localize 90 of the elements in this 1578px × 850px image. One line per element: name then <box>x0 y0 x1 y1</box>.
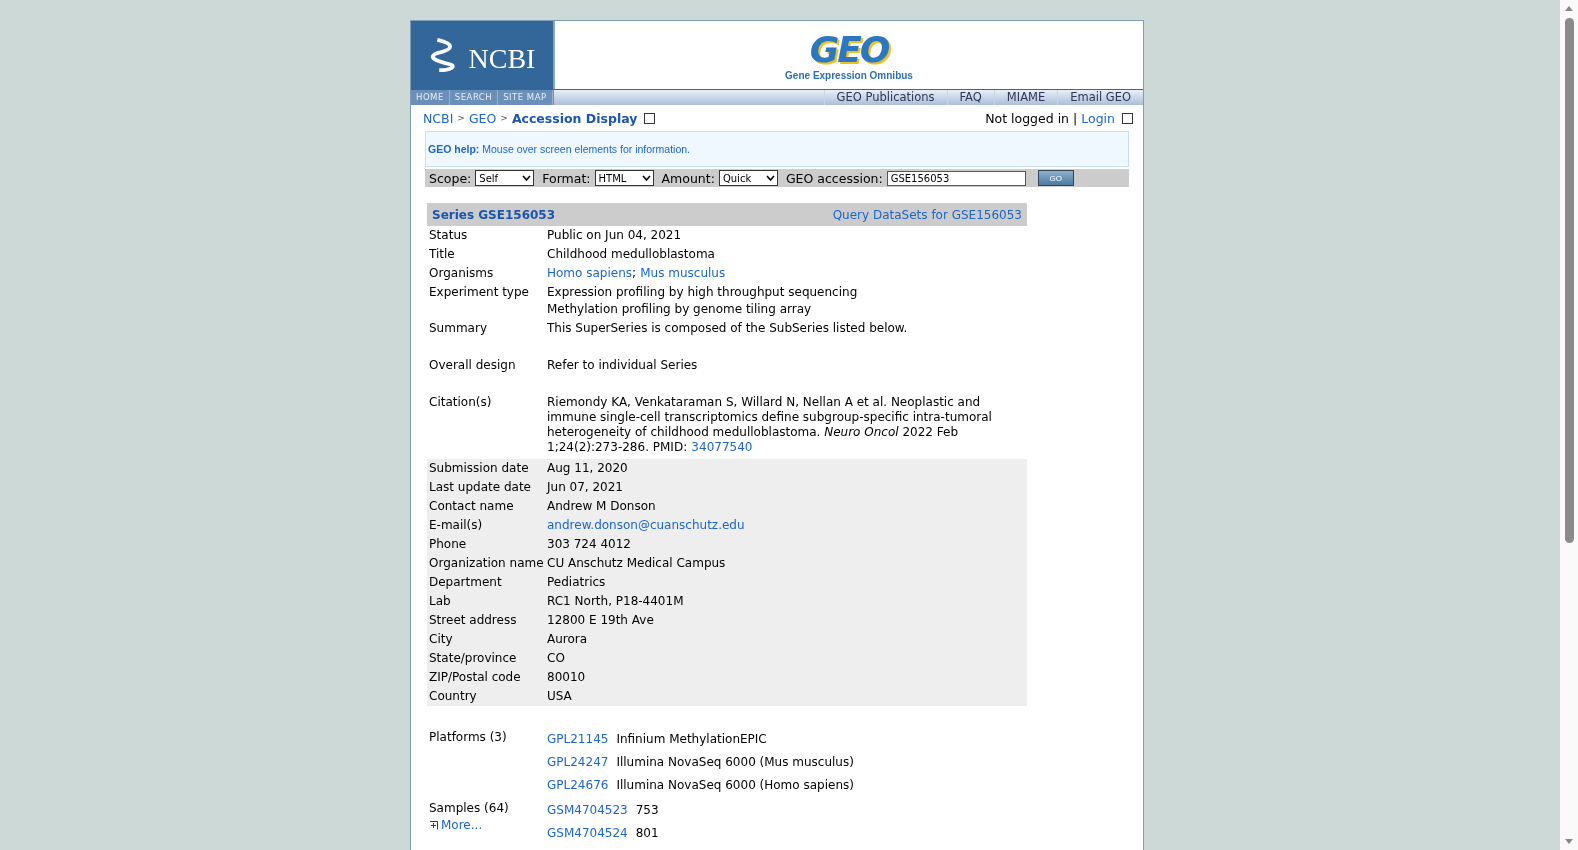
field-value: Childhood medulloblastoma <box>547 246 716 263</box>
field-value: RC1 North, P18-4401M <box>547 593 685 610</box>
nav-link[interactable]: MIAME <box>993 90 1058 105</box>
field-label: Citation(s) <box>429 394 493 411</box>
nav-link[interactable]: Email GEO <box>1057 90 1143 105</box>
query-link[interactable]: Query DataSets for GSE156053 <box>832 207 1022 222</box>
field-label: Scope: <box>429 170 472 186</box>
field-value: USA <box>547 688 573 705</box>
nav-link[interactable]: SITE MAP <box>498 90 553 105</box>
field-label: GEO accession: <box>785 170 883 186</box>
field-label: Summary <box>429 320 488 337</box>
sample-link[interactable]: GSM4704523 <box>547 799 628 822</box>
field-value: This SuperSeries is composed of the SubSeries listed below. <box>547 320 909 337</box>
field-label: Overall design <box>429 357 517 374</box>
sample-name: 801 <box>635 825 659 842</box>
field-label: Organization name <box>429 555 545 572</box>
scrollbar[interactable] <box>1560 0 1578 850</box>
field-label: State/province <box>429 650 518 667</box>
platform-link[interactable]: GPL24676 <box>547 774 609 797</box>
field-label: City <box>429 631 454 648</box>
more-link[interactable]: More... <box>429 818 483 832</box>
nav-link[interactable]: SEARCH <box>449 90 499 105</box>
field-value: CU Anschutz Medical Campus <box>547 555 727 572</box>
platform-link[interactable]: GPL21145 <box>547 728 609 751</box>
breadcrumb-separator: > <box>457 113 465 123</box>
field-value: Homo sapiens; Mus musculus <box>547 265 727 282</box>
dropdown[interactable]: Self <box>475 170 535 186</box>
field-value: Andrew M Donson <box>547 498 657 515</box>
field-value: Jun 07, 2021 <box>547 479 624 496</box>
field-value: 12800 E 19th Ave <box>547 612 655 629</box>
sample-link[interactable]: GSM4704524 <box>547 822 628 845</box>
field-value: Aug 11, 2020 <box>547 460 629 477</box>
field-label: ZIP/Postal code <box>429 669 522 686</box>
field-label: Department <box>429 574 503 591</box>
field-label: Format: <box>542 170 591 186</box>
sample-name: 753 <box>635 802 659 819</box>
breadcrumb-link[interactable]: GEO <box>468 110 497 126</box>
field-label: Phone <box>429 536 468 553</box>
field-value: Refer to individual Series <box>547 357 699 374</box>
scroll-down-icon[interactable] <box>1564 838 1574 846</box>
value-link[interactable]: Homo sapiens <box>547 266 632 280</box>
value-link[interactable]: 34077540 <box>691 440 753 454</box>
breadcrumb-separator: > <box>500 113 508 123</box>
series-title: Series GSE156053 <box>432 207 556 222</box>
accession-field[interactable]: GSE156053 <box>886 170 1026 186</box>
field-label: Experiment type <box>429 284 530 301</box>
ncbi-logo[interactable]: NCBI <box>411 21 555 89</box>
scroll-up-icon[interactable] <box>1564 4 1574 12</box>
field-label: Submission date <box>429 460 530 477</box>
value-link[interactable]: Mus musculus <box>640 266 726 280</box>
field-value: Public on Jun 04, 2021 <box>547 227 683 244</box>
field-label: Lab <box>429 593 452 610</box>
nav-link[interactable]: HOME <box>411 90 450 105</box>
field-label: Organisms <box>429 265 495 282</box>
nav-link[interactable]: FAQ <box>946 90 994 105</box>
platform-name: Illumina NovaSeq 6000 (Mus musculus) <box>616 754 854 771</box>
field-value: Aurora <box>547 631 589 648</box>
platform-name: Illumina NovaSeq 6000 (Homo sapiens) <box>616 777 854 794</box>
field-value: Riemondy KA, Venkataraman S, Willard N, Nellan A et al. Neoplastic and immune single-cell transcriptomics define subgroup-specific intra-tumoral heterogeneity of childhood medulloblastoma. Neuro Oncol 2022 Feb 1;24(2):273-286. PMID: 34077540 <box>547 394 993 456</box>
field-label: E-mail(s) <box>429 517 484 534</box>
breadcrumb-link[interactable]: NCBI <box>423 110 454 126</box>
platform-name: Infinium MethylationEPIC <box>616 731 767 748</box>
help-text: GEO help: Mouse over screen elements for information. <box>428 143 691 155</box>
field-label: Contact name <box>429 498 515 515</box>
platform-link[interactable]: GPL24247 <box>547 751 609 774</box>
field-value: 80010 <box>547 669 587 686</box>
login-link[interactable]: Login <box>1081 110 1115 126</box>
nav-link[interactable]: GEO Publications <box>823 90 947 105</box>
dropdown[interactable]: Quick <box>718 170 778 186</box>
geo-logo[interactable]: GEO Gene Expression Omnibus <box>555 21 1143 89</box>
field-label: Status <box>429 227 469 244</box>
field-label: Samples (64) <box>429 800 509 817</box>
field-label: Country <box>429 688 478 705</box>
field-label: Street address <box>429 612 518 629</box>
field-value: Pediatrics <box>547 574 607 591</box>
field-label: Platforms (3) <box>429 729 508 746</box>
page-title: Accession Display <box>511 110 638 126</box>
field-label: Last update date <box>429 479 532 496</box>
field-label: Amount: <box>661 170 715 186</box>
dropdown[interactable]: HTML <box>594 170 654 186</box>
field-value: Expression profiling by high throughput sequencing <box>547 284 859 301</box>
field-value: Methylation profiling by genome tiling array <box>547 302 813 318</box>
value-link[interactable]: andrew.donson@cuanschutz.edu <box>547 518 745 532</box>
go-button[interactable]: GO <box>1037 170 1074 186</box>
login-status: Not logged in <box>985 110 1070 126</box>
field-label: Title <box>429 246 456 263</box>
plus-icon <box>429 820 438 830</box>
divider-text: | <box>1073 110 1078 126</box>
field-value: CO <box>547 650 566 667</box>
field-value: 303 724 4012 <box>547 536 632 553</box>
